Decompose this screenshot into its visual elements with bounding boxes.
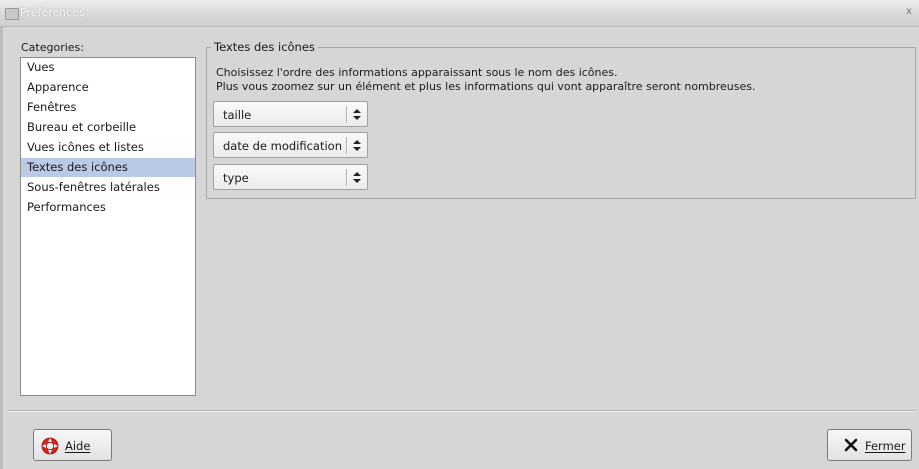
close-button[interactable]: Fermer <box>827 429 912 461</box>
description-line-1: Choisissez l'ordre des informations appa… <box>216 66 618 79</box>
lifebuoy-icon <box>41 437 59 455</box>
category-item-textes-icones[interactable]: Textes des icônes <box>21 158 195 177</box>
x-icon <box>844 438 858 452</box>
footer-separator <box>8 410 916 412</box>
combo-separator <box>346 106 348 123</box>
category-item-fenetres[interactable]: Fenêtres <box>21 98 195 117</box>
window-title: Préférences <box>20 6 85 19</box>
category-item-bureau-corbeille[interactable]: Bureau et corbeille <box>21 118 195 137</box>
group-title: Textes des icônes <box>211 40 318 54</box>
combo-value: date de modification <box>223 139 342 153</box>
categories-label: Categories: <box>21 41 84 54</box>
close-button-label: Fermer <box>865 439 906 453</box>
categories-list[interactable]: Vues Apparence Fenêtres Bureau et corbei… <box>20 57 196 396</box>
combo-separator <box>346 137 348 154</box>
up-down-arrows-icon <box>353 172 361 183</box>
window-close-button[interactable]: x <box>906 5 916 19</box>
category-item-performances[interactable]: Performances <box>21 198 195 217</box>
combo-separator <box>346 169 348 186</box>
up-down-arrows-icon <box>353 109 361 120</box>
window-menu-icon[interactable] <box>5 8 19 20</box>
help-button-label: Aide <box>65 439 91 453</box>
up-down-arrows-icon <box>353 140 361 151</box>
category-item-vues-icones-listes[interactable]: Vues icônes et listes <box>21 138 195 157</box>
help-button[interactable]: Aide <box>33 429 112 461</box>
window-border <box>0 27 3 469</box>
combo-value: taille <box>223 108 252 122</box>
title-bar[interactable]: Préférences x <box>0 0 919 27</box>
description-line-2: Plus vous zoomez sur un élément et plus … <box>216 80 756 93</box>
info-order-combo-2[interactable]: date de modification <box>213 132 368 158</box>
info-order-combo-3[interactable]: type <box>213 164 368 190</box>
category-item-apparence[interactable]: Apparence <box>21 78 195 97</box>
category-item-vues[interactable]: Vues <box>21 58 195 77</box>
info-order-combo-1[interactable]: taille <box>213 101 368 127</box>
combo-value: type <box>223 171 249 185</box>
category-item-sous-fenetres-laterales[interactable]: Sous-fenêtres latérales <box>21 178 195 197</box>
